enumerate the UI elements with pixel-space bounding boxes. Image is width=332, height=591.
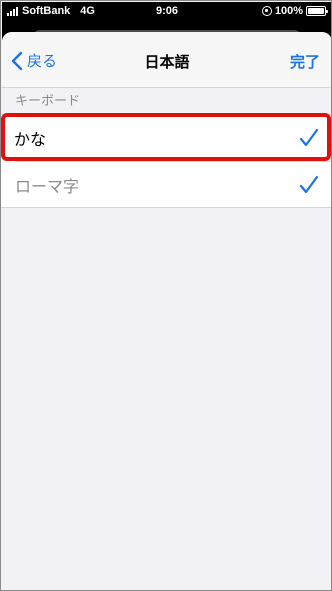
- battery-percent: 100%: [274, 5, 303, 17]
- phone-frame: SoftBank 4G 9:06 100% 戻る 日本語 完了 キーボード かな: [0, 0, 332, 591]
- checkmark-icon: [299, 175, 319, 194]
- page-title: 日本語: [144, 53, 190, 71]
- done-button[interactable]: 完了: [290, 51, 320, 72]
- list-item-kana[interactable]: かな: [1, 115, 331, 161]
- keyboard-list: かな ローマ字: [1, 114, 331, 208]
- list-item-romaji[interactable]: ローマ字: [15, 161, 331, 207]
- battery-icon: [306, 6, 328, 16]
- list-item-label: かな: [14, 130, 47, 149]
- status-right: 100%: [261, 5, 328, 17]
- navigation-bar: 戻る 日本語 完了: [2, 32, 331, 88]
- rotation-lock-icon: [261, 6, 272, 16]
- section-header: キーボード: [15, 94, 81, 109]
- checkmark-icon: [299, 128, 319, 147]
- status-bar: SoftBank 4G 9:06 100%: [2, 2, 331, 20]
- list-item-label: ローマ字: [15, 176, 80, 196]
